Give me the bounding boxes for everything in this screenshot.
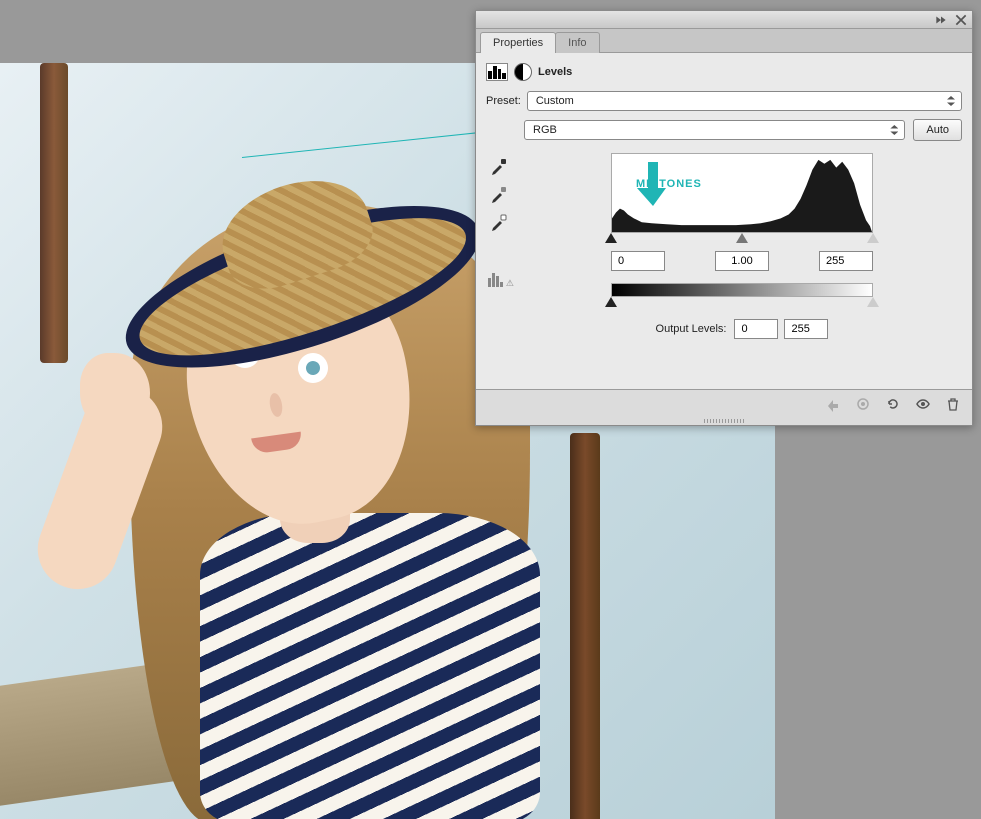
panel-heading: Levels bbox=[538, 66, 572, 78]
input-slider-track[interactable] bbox=[611, 233, 873, 245]
mask-icon[interactable] bbox=[514, 63, 532, 81]
eyedropper-gray-icon[interactable] bbox=[490, 185, 508, 203]
histogram[interactable]: MIDTONES bbox=[611, 153, 873, 233]
calculate-histogram-icon[interactable] bbox=[488, 269, 510, 287]
midtone-slider-handle[interactable] bbox=[736, 233, 748, 243]
output-slider-track[interactable] bbox=[611, 297, 873, 309]
output-levels-label: Output Levels: bbox=[656, 323, 727, 335]
preset-label: Preset: bbox=[486, 95, 521, 107]
clip-to-layer-icon[interactable] bbox=[824, 396, 842, 412]
shadow-slider-handle[interactable] bbox=[605, 233, 617, 243]
panel-tabs: Properties Info bbox=[476, 29, 972, 53]
collapse-icon[interactable] bbox=[934, 14, 948, 26]
shadow-input[interactable]: 0 bbox=[611, 251, 665, 271]
tab-properties[interactable]: Properties bbox=[480, 32, 556, 53]
panel-resize-handle[interactable] bbox=[476, 417, 972, 425]
output-gradient bbox=[611, 283, 873, 297]
view-previous-icon[interactable] bbox=[854, 396, 872, 412]
preset-select[interactable]: Custom bbox=[527, 91, 962, 111]
output-white-handle[interactable] bbox=[867, 297, 879, 307]
trash-icon[interactable] bbox=[944, 396, 962, 412]
levels-icon bbox=[486, 63, 508, 81]
visibility-icon[interactable] bbox=[914, 396, 932, 412]
output-black-handle[interactable] bbox=[605, 297, 617, 307]
close-icon[interactable] bbox=[954, 14, 968, 26]
auto-button[interactable]: Auto bbox=[913, 119, 962, 141]
panel-titlebar[interactable] bbox=[476, 11, 972, 29]
eyedropper-white-icon[interactable] bbox=[490, 213, 508, 231]
channel-select[interactable]: RGB bbox=[524, 120, 905, 140]
properties-panel: Properties Info Levels Preset: Custom RG… bbox=[475, 10, 973, 426]
highlight-slider-handle[interactable] bbox=[867, 233, 879, 243]
photo-element bbox=[570, 433, 600, 819]
output-high-input[interactable]: 255 bbox=[784, 319, 828, 339]
reset-icon[interactable] bbox=[884, 396, 902, 412]
midtone-input[interactable]: 1.00 bbox=[715, 251, 769, 271]
output-low-input[interactable]: 0 bbox=[734, 319, 778, 339]
tab-info[interactable]: Info bbox=[555, 32, 599, 53]
eyedropper-black-icon[interactable] bbox=[490, 157, 508, 175]
panel-footer bbox=[476, 389, 972, 417]
highlight-input[interactable]: 255 bbox=[819, 251, 873, 271]
